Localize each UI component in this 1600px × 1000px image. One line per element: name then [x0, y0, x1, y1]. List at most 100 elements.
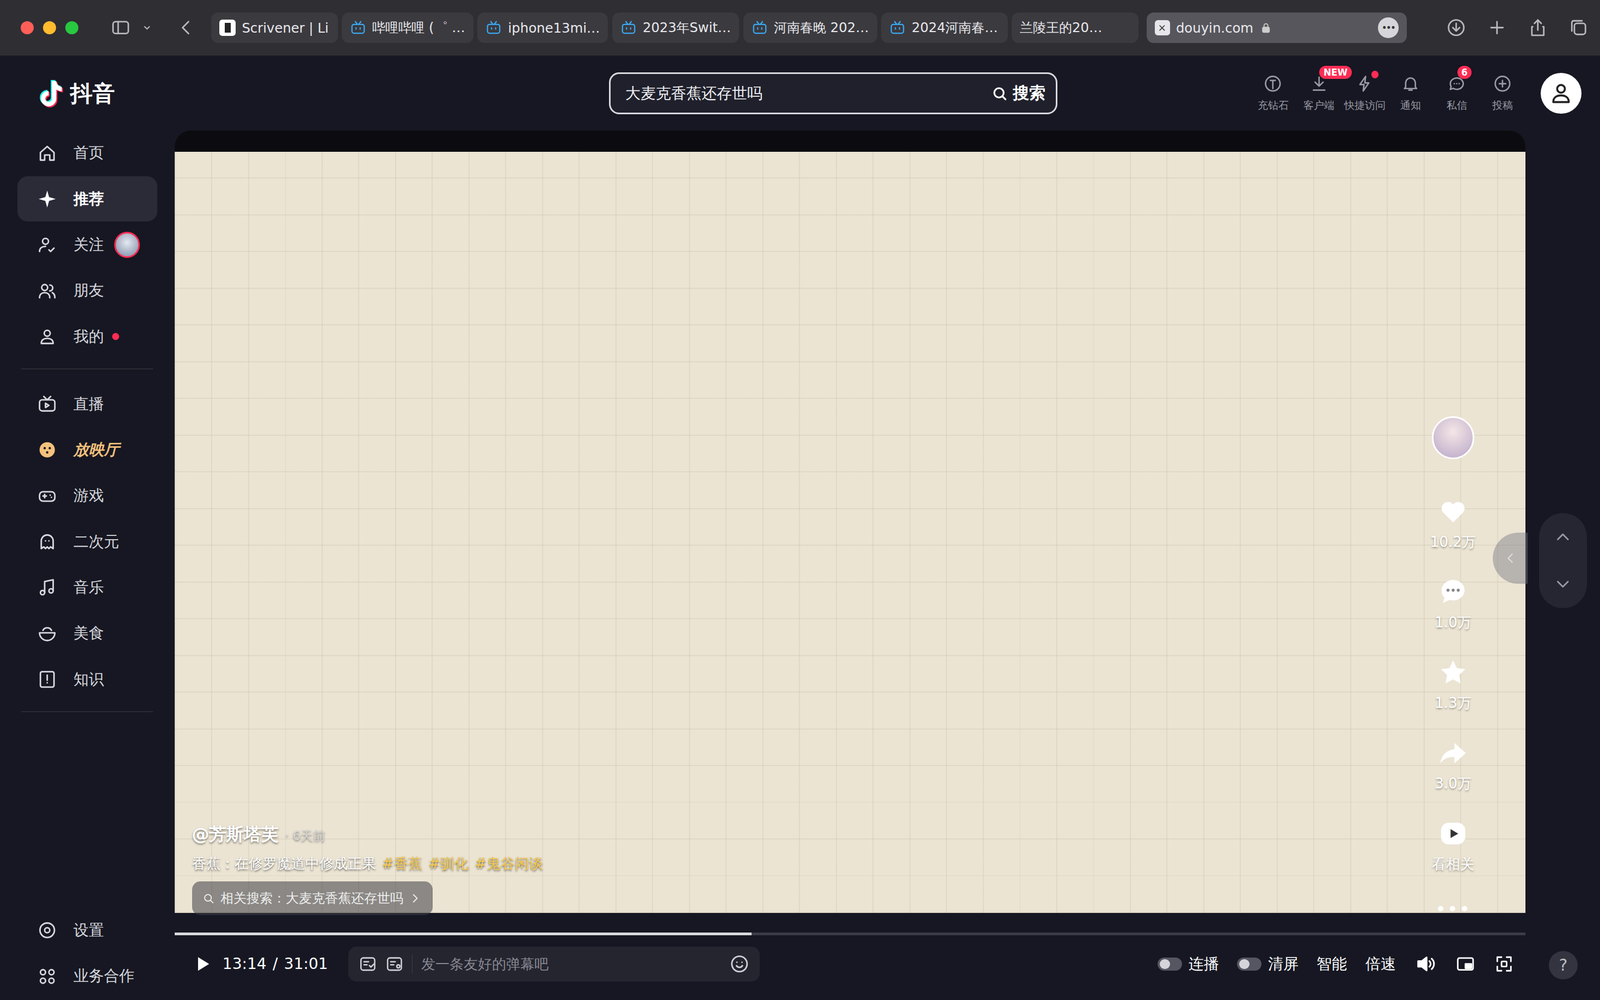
video-action[interactable]: 1.3万: [1434, 657, 1472, 738]
danmaku-settings-icon: [385, 955, 404, 974]
header-action[interactable]: 通知: [1388, 74, 1433, 113]
danmaku-toggle[interactable]: [358, 955, 378, 974]
header-action[interactable]: 充钻石: [1251, 74, 1296, 113]
video-action[interactable]: 看相关: [1431, 818, 1475, 900]
page-menu-button[interactable]: •••: [1377, 17, 1399, 39]
progress-track[interactable]: [174, 932, 1526, 937]
close-button[interactable]: [20, 21, 34, 35]
player-button[interactable]: 智能: [1316, 954, 1347, 975]
douyin-note-icon: [37, 78, 65, 108]
douyin-logo[interactable]: 抖音: [37, 78, 609, 109]
user-avatar[interactable]: [1540, 72, 1582, 114]
related-search[interactable]: 相关搜索：大麦克香蕉还存世吗: [192, 881, 434, 916]
header-action[interactable]: 投稿: [1480, 74, 1525, 113]
toggle[interactable]: 清屏: [1237, 954, 1298, 975]
more-button[interactable]: •••: [1435, 899, 1471, 921]
sidebar-label: 美食: [73, 623, 104, 644]
download-button[interactable]: [1444, 16, 1468, 39]
toggle-switch: [1157, 957, 1183, 971]
minimize-button[interactable]: [42, 21, 57, 35]
sidebar-label: 二次元: [73, 531, 120, 553]
tab-title: 2023年Swit…: [642, 19, 731, 37]
sidebar-item[interactable]: 关注: [17, 222, 158, 268]
sidebar-item[interactable]: 设置: [17, 908, 158, 954]
sidebar-item[interactable]: 美食: [17, 611, 158, 657]
bilibili-icon: [889, 19, 906, 36]
lock-icon: [1259, 21, 1273, 35]
site-header: 抖音 搜索充钻石 NEW客户端快捷访问通知 6私信投稿: [0, 56, 1600, 131]
hashtag[interactable]: #驯化: [428, 854, 469, 874]
bilibili-icon: [620, 19, 637, 36]
sidebar-item[interactable]: 首页: [17, 130, 158, 176]
time-separator: /: [272, 955, 278, 974]
action-count: 10.2万: [1430, 532, 1476, 552]
hashtag[interactable]: #鬼谷闲谈: [474, 854, 544, 874]
tab-overview-button[interactable]: [1567, 16, 1590, 39]
sidebar-item[interactable]: 直播: [17, 381, 158, 427]
hashtag[interactable]: #香蕉: [382, 854, 423, 874]
sidebar-item[interactable]: 业务合作: [17, 954, 158, 1000]
cinema-icon: [37, 439, 58, 461]
video-action[interactable]: 1.0万: [1434, 576, 1472, 657]
tab-title: Scrivener | Li: [241, 20, 329, 36]
player-button[interactable]: 倍速: [1365, 954, 1396, 975]
video-frame[interactable]: @芳斯塔芙· 6天前香蕉：在修罗魔道中修成正果#香蕉#驯化#鬼谷闲谈相关搜索：大…: [174, 151, 1526, 914]
action-label: 通知: [1400, 98, 1421, 113]
related-video-icon: [1437, 818, 1469, 849]
pip-button[interactable]: [1455, 954, 1476, 975]
sidebar-item[interactable]: 放映厅: [17, 427, 158, 473]
browser-tab[interactable]: 2024河南春…: [881, 12, 1008, 43]
sidebar-toggle[interactable]: [109, 16, 132, 39]
author-name[interactable]: @芳斯塔芙: [192, 822, 280, 847]
fullscreen-icon: [1493, 954, 1515, 975]
play-button[interactable]: [192, 954, 213, 975]
volume-button[interactable]: [1414, 952, 1437, 976]
toggle[interactable]: 连播: [1157, 954, 1219, 975]
header-action[interactable]: NEW客户端: [1296, 74, 1341, 113]
back-button[interactable]: [174, 16, 198, 39]
browser-tab[interactable]: 河南春晚 202…: [743, 12, 878, 43]
header-actions: 充钻石 NEW客户端快捷访问通知 6私信投稿: [1251, 72, 1583, 114]
bell-icon: [1400, 74, 1421, 94]
search-input[interactable]: [623, 83, 992, 104]
header-action[interactable]: 6私信: [1434, 74, 1479, 113]
sidebar-item[interactable]: 我的: [17, 314, 158, 360]
video-description: 香蕉：在修罗魔道中修成正果#香蕉#驯化#鬼谷闲谈: [192, 854, 544, 874]
header-action[interactable]: 快捷访问: [1343, 74, 1388, 113]
browser-tab[interactable]: Scrivener | Li: [211, 12, 338, 43]
sidebar-item[interactable]: 朋友: [17, 268, 158, 314]
next-button[interactable]: [1552, 574, 1574, 595]
danmaku-input[interactable]: [411, 955, 722, 974]
sidebar-label: 音乐: [73, 577, 104, 599]
address-bar[interactable]: douyin.com•••: [1146, 12, 1407, 43]
sidebar-item[interactable]: 游戏: [17, 473, 158, 519]
author-avatar[interactable]: [1431, 416, 1475, 460]
share-button[interactable]: [1526, 16, 1549, 39]
help-button[interactable]: ?: [1548, 951, 1578, 981]
tab-menu[interactable]: [139, 16, 155, 39]
danmaku-settings[interactable]: [385, 955, 404, 974]
new-tab-icon: [1486, 17, 1508, 39]
search-button[interactable]: 搜索: [991, 82, 1045, 105]
sidebar-item[interactable]: 二次元: [17, 519, 158, 565]
sidebar-label: 设置: [73, 920, 104, 941]
badge-text: 6: [1461, 66, 1468, 78]
upload-icon: [1492, 74, 1513, 94]
browser-tab[interactable]: 2023年Swit…: [612, 12, 740, 43]
new-tab-button[interactable]: [1485, 16, 1509, 39]
video-action[interactable]: 3.0万: [1434, 737, 1472, 819]
bilibili-icon: [485, 19, 502, 36]
browser-tab[interactable]: iphone13mi…: [477, 12, 608, 43]
previous-button[interactable]: [1552, 526, 1574, 548]
zoom-button[interactable]: [65, 21, 79, 35]
emoji-button[interactable]: [729, 954, 750, 975]
fullscreen-button[interactable]: [1493, 954, 1515, 975]
sidebar-item[interactable]: 音乐: [17, 565, 158, 611]
video-action[interactable]: 10.2万: [1430, 495, 1476, 577]
browser-tab[interactable]: 兰陵王的20…: [1011, 12, 1139, 43]
action-label: 充钻石: [1257, 98, 1289, 113]
sidebar-item[interactable]: 推荐: [17, 176, 158, 222]
divider: [21, 368, 153, 370]
sidebar-item[interactable]: 知识: [17, 657, 158, 703]
browser-tab[interactable]: 哔哩哔哩 (゜ …: [341, 12, 474, 43]
